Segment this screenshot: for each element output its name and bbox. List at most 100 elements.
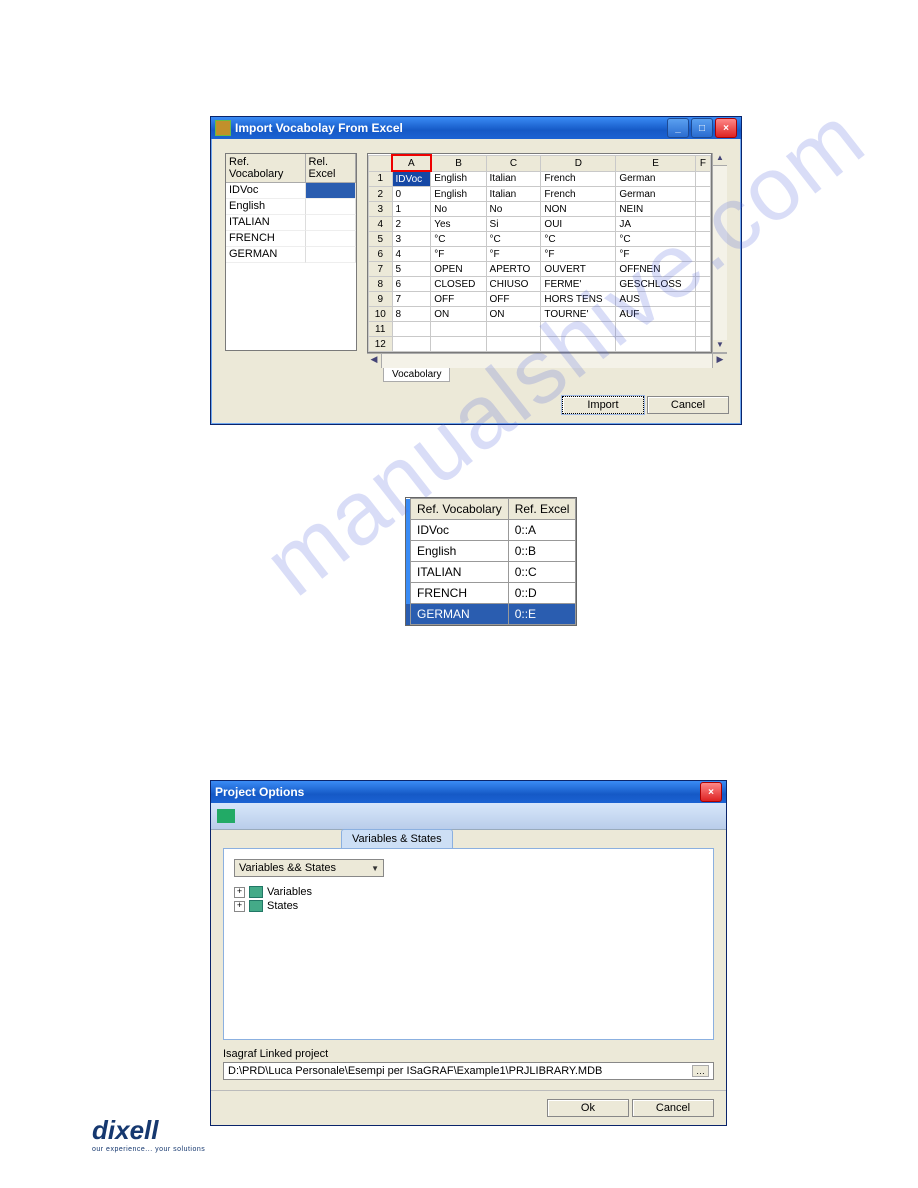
grid-cell[interactable]: OUVERT <box>541 262 616 277</box>
row-header[interactable]: 8 <box>369 277 393 292</box>
col-header[interactable]: D <box>541 155 616 171</box>
horizontal-scrollbar[interactable]: ◀ ▶ <box>367 353 727 368</box>
grid-cell[interactable] <box>392 322 431 337</box>
grid-cell[interactable]: GESCHLOSS <box>616 277 696 292</box>
grid-cell[interactable] <box>695 292 710 307</box>
grid-cell[interactable]: French <box>541 171 616 187</box>
expand-icon[interactable]: + <box>234 901 245 912</box>
grid-cell[interactable]: French <box>541 187 616 202</box>
ok-button[interactable]: Ok <box>547 1099 629 1117</box>
ref-row[interactable]: IDVoc <box>226 183 356 199</box>
grid-cell[interactable]: APERTO <box>486 262 541 277</box>
grid-cell[interactable]: 8 <box>392 307 431 322</box>
grid-cell[interactable]: JA <box>616 217 696 232</box>
grid-cell[interactable] <box>695 202 710 217</box>
variables-states-combo[interactable]: Variables && States ▼ <box>234 859 384 877</box>
maximize-button[interactable]: □ <box>691 118 713 138</box>
grid-cell[interactable]: 5 <box>392 262 431 277</box>
grid-cell[interactable]: TOURNE' <box>541 307 616 322</box>
row-header[interactable]: 10 <box>369 307 393 322</box>
grid-cell[interactable]: Yes <box>431 217 486 232</box>
grid-cell[interactable] <box>695 307 710 322</box>
close-button[interactable]: × <box>700 782 722 802</box>
tab-variables-states[interactable]: Variables & States <box>341 829 453 848</box>
grid-cell[interactable]: OFF <box>486 292 541 307</box>
grid-cell[interactable] <box>392 337 431 352</box>
grid-cell[interactable] <box>486 337 541 352</box>
row-header[interactable]: 11 <box>369 322 393 337</box>
grid-cell[interactable]: English <box>431 187 486 202</box>
grid-cell[interactable]: 4 <box>392 247 431 262</box>
grid-cell[interactable]: German <box>616 187 696 202</box>
col-header[interactable]: F <box>695 155 710 171</box>
ref-vocabulary-table[interactable]: Ref. Vocabolary Rel. Excel IDVoc English… <box>225 153 357 351</box>
tree-item-variables[interactable]: + Variables <box>234 885 703 899</box>
import-button[interactable]: Import <box>562 396 644 414</box>
grid-cell[interactable]: OPEN <box>431 262 486 277</box>
browse-button[interactable]: … <box>692 1065 709 1077</box>
grid-cell[interactable]: °F <box>541 247 616 262</box>
cancel-button[interactable]: Cancel <box>647 396 729 414</box>
ref-row[interactable]: English <box>226 199 356 215</box>
grid-cell[interactable]: CLOSED <box>431 277 486 292</box>
grid-cell[interactable]: OFFNEN <box>616 262 696 277</box>
grid-cell[interactable] <box>695 322 710 337</box>
row-header[interactable]: 5 <box>369 232 393 247</box>
grid-cell[interactable]: °F <box>616 247 696 262</box>
grid-cell[interactable]: OUI <box>541 217 616 232</box>
grid-cell[interactable] <box>695 262 710 277</box>
grid-cell[interactable]: English <box>431 171 486 187</box>
row-header[interactable]: 9 <box>369 292 393 307</box>
grid-cell[interactable]: °C <box>486 232 541 247</box>
ref-row[interactable]: ITALIAN <box>226 215 356 231</box>
row-header[interactable]: 6 <box>369 247 393 262</box>
grid-cell[interactable]: °C <box>431 232 486 247</box>
grid-cell[interactable] <box>695 171 710 187</box>
grid-cell[interactable]: CHIUSO <box>486 277 541 292</box>
map-row[interactable]: ITALIAN0::C <box>406 562 576 583</box>
path-input[interactable]: D:\PRD\Luca Personale\Esempi per ISaGRAF… <box>223 1062 714 1080</box>
grid-cell[interactable] <box>695 217 710 232</box>
grid-cell[interactable]: HORS TENS <box>541 292 616 307</box>
grid-cell[interactable] <box>486 322 541 337</box>
grid-cell[interactable] <box>695 187 710 202</box>
row-header[interactable]: 12 <box>369 337 393 352</box>
grid-cell[interactable]: NEIN <box>616 202 696 217</box>
tree-item-states[interactable]: + States <box>234 899 703 913</box>
scroll-up-icon[interactable]: ▲ <box>713 153 727 166</box>
grid-cell[interactable]: FERME' <box>541 277 616 292</box>
grid-cell[interactable] <box>541 322 616 337</box>
tree[interactable]: + Variables + States <box>234 885 703 913</box>
grid-cell[interactable]: 7 <box>392 292 431 307</box>
grid-cell[interactable] <box>541 337 616 352</box>
row-header[interactable]: 1 <box>369 171 393 187</box>
grid-cell[interactable]: °C <box>541 232 616 247</box>
grid-cell[interactable]: 6 <box>392 277 431 292</box>
titlebar[interactable]: Project Options × <box>211 781 726 803</box>
grid-cell[interactable]: ON <box>486 307 541 322</box>
grid-cell[interactable]: Si <box>486 217 541 232</box>
map-row[interactable]: FRENCH0::D <box>406 583 576 604</box>
cancel-button[interactable]: Cancel <box>632 1099 714 1117</box>
col-header[interactable]: B <box>431 155 486 171</box>
grid-cell[interactable]: Italian <box>486 171 541 187</box>
grid-cell[interactable]: 1 <box>392 202 431 217</box>
grid-cell[interactable]: 0 <box>392 187 431 202</box>
minimize-button[interactable]: _ <box>667 118 689 138</box>
grid-cell[interactable]: NON <box>541 202 616 217</box>
grid-cell[interactable]: Italian <box>486 187 541 202</box>
grid-cell[interactable] <box>695 232 710 247</box>
grid-cell[interactable]: AUF <box>616 307 696 322</box>
ref-row[interactable]: GERMAN <box>226 247 356 263</box>
grid-cell[interactable] <box>695 247 710 262</box>
excel-grid[interactable]: ABCDEF1IDVocEnglishItalianFrenchGerman20… <box>367 153 712 353</box>
close-button[interactable]: × <box>715 118 737 138</box>
grid-cell[interactable]: ON <box>431 307 486 322</box>
col-header[interactable]: A <box>392 155 431 171</box>
scroll-left-icon[interactable]: ◀ <box>367 354 382 368</box>
grid-cell[interactable] <box>616 337 696 352</box>
grid-cell[interactable] <box>695 277 710 292</box>
map-row[interactable]: English0::B <box>406 541 576 562</box>
grid-cell[interactable]: 3 <box>392 232 431 247</box>
grid-cell[interactable] <box>431 322 486 337</box>
